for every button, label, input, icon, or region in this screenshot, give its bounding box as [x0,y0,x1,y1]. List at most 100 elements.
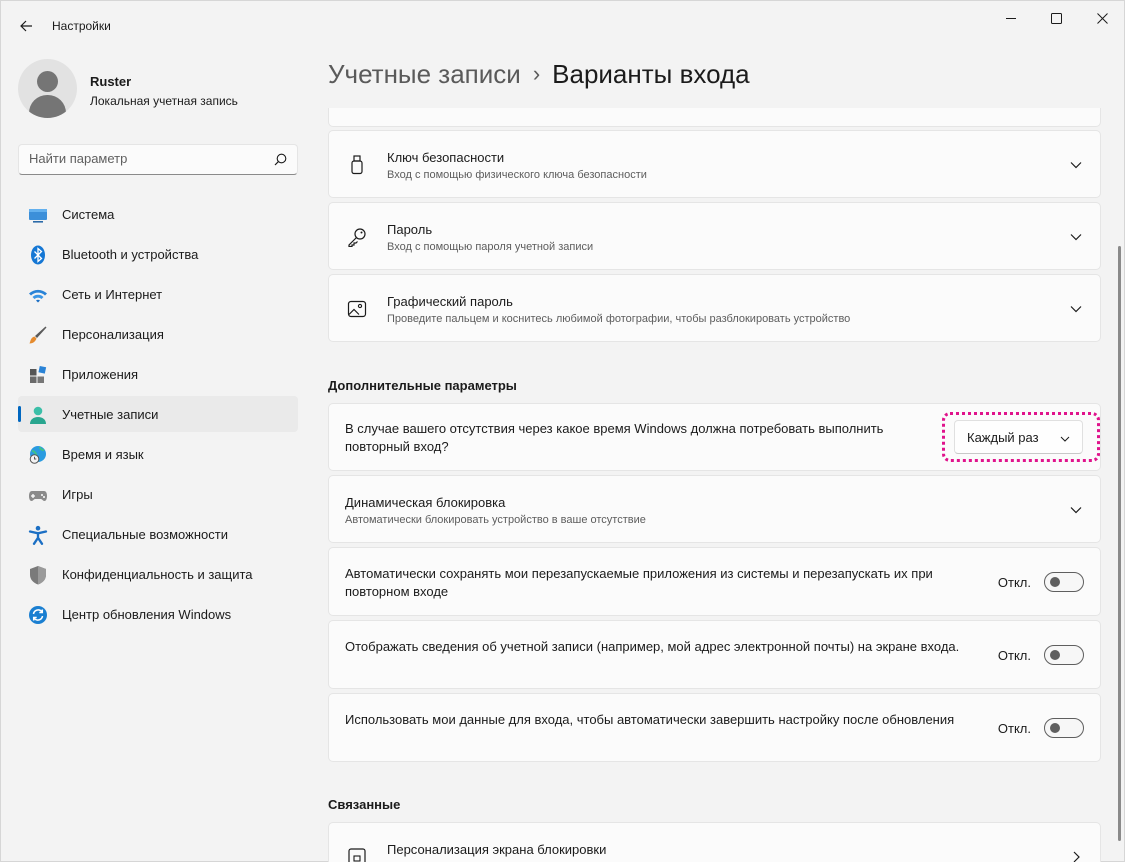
shield-icon [30,566,46,585]
minimize-button[interactable] [988,1,1034,35]
app-title: Настройки [52,19,111,33]
toggle-state-label: Откл. [997,575,1031,590]
profile-account-type: Локальная учетная запись [90,94,238,108]
toggle-state-label: Откл. [997,648,1031,663]
section-heading-related: Связанные [328,797,401,812]
use-signin-info-toggle[interactable] [1044,718,1084,738]
dynamic-lock-card[interactable]: Динамическая блокировка Автоматически бл… [328,475,1101,543]
update-icon [29,606,47,624]
picture-icon [347,300,367,318]
minimize-icon [1005,17,1016,19]
maximize-button[interactable] [1033,1,1079,35]
key-icon [348,228,366,247]
card-subtitle: Проведите пальцем и коснитесь любимой фо… [387,313,851,325]
sidebar-item-privacy[interactable]: Конфиденциальность и защита [18,556,298,592]
search-icon[interactable] [274,153,287,166]
security-key-card[interactable]: Ключ безопасности Вход с помощью физичес… [328,130,1101,198]
sidebar-item-label: Время и язык [62,446,144,462]
globe-clock-icon [29,446,46,464]
sidebar-item-label: Игры [62,486,93,502]
sidebar-nav: Система Bluetooth и устройства Сеть и Ин… [18,196,298,636]
chevron-down-icon [1060,436,1070,442]
back-button[interactable] [11,11,41,41]
sidebar-item-system[interactable]: Система [18,196,298,232]
setting-text: Отображать сведения об учетной записи (н… [345,639,960,654]
dropdown-value: Каждый раз [967,430,1039,445]
sidebar-item-label: Система [62,206,115,222]
sidebar-item-label: Специальные возможности [62,526,228,542]
sidebar-item-gaming[interactable]: Игры [18,476,298,512]
lock-screen-card[interactable]: Персонализация экрана блокировки [328,822,1101,862]
require-signin-card: В случае вашего отсутствия через какое в… [328,403,1101,471]
accounts-icon [30,406,46,424]
sidebar-item-accounts[interactable]: Учетные записи [18,396,298,432]
toggle-state-label: Откл. [997,721,1031,736]
picture-password-card[interactable]: Графический пароль Проведите пальцем и к… [328,274,1101,342]
sidebar-item-personalization[interactable]: Персонализация [18,316,298,352]
show-account-details-toggle[interactable] [1044,645,1084,665]
close-button[interactable] [1079,1,1125,35]
card-title: Динамическая блокировка [345,495,506,510]
card-title: Графический пароль [387,294,513,309]
settings-card-clipped[interactable] [328,108,1101,127]
card-title: Ключ безопасности [387,150,505,165]
accessibility-icon [28,525,48,545]
sidebar-item-network[interactable]: Сеть и Интернет [18,276,298,312]
sidebar-item-label: Центр обновления Windows [62,606,232,622]
section-heading-additional: Дополнительные параметры [328,378,517,393]
bluetooth-icon [31,245,45,265]
usb-key-icon [351,155,363,175]
require-signin-text: В случае вашего отсутствия через какое в… [345,421,884,454]
card-subtitle: Вход с помощью физического ключа безопас… [387,169,647,181]
chevron-down-icon[interactable] [1070,159,1082,171]
sidebar-item-bluetooth[interactable]: Bluetooth и устройства [18,236,298,272]
use-signin-info-card: Использовать мои данные для входа, чтобы… [328,693,1101,762]
chevron-down-icon[interactable] [1070,231,1082,243]
password-card[interactable]: Пароль Вход с помощью пароля учетной зап… [328,202,1101,270]
scrollbar[interactable] [1118,246,1121,841]
breadcrumb: Учетные записи › Варианты входа [328,59,750,90]
lock-screen-icon [348,848,366,862]
sidebar-item-time-language[interactable]: Время и язык [18,436,298,472]
breadcrumb-parent-link[interactable]: Учетные записи [328,59,521,89]
restart-apps-card: Автоматически сохранять мои перезапускае… [328,547,1101,616]
chevron-right-icon[interactable] [1070,851,1082,862]
sidebar-item-windows-update[interactable]: Центр обновления Windows [18,596,298,632]
sidebar-item-accessibility[interactable]: Специальные возможности [18,516,298,552]
page-title: Варианты входа [552,59,750,89]
sidebar-item-label: Сеть и Интернет [62,286,163,302]
title-bar: Настройки [1,1,1124,49]
card-subtitle: Вход с помощью пароля учетной записи [387,241,594,253]
sidebar-item-apps[interactable]: Приложения [18,356,298,392]
chevron-down-icon[interactable] [1070,303,1082,315]
settings-window: Настройки Ruster Локальная учетная запис… [0,0,1125,862]
avatar [18,59,77,118]
brush-icon [29,326,47,344]
card-subtitle: Автоматически блокировать устройство в в… [345,514,646,526]
content-pane: Ключ безопасности Вход с помощью физичес… [328,108,1101,862]
require-signin-dropdown[interactable]: Каждый раз [954,420,1083,454]
sidebar-item-label: Bluetooth и устройства [62,246,199,262]
card-title: Пароль [387,222,433,237]
sidebar-item-label: Учетные записи [62,406,159,422]
wifi-icon [29,289,47,303]
maximize-icon [1050,12,1062,24]
breadcrumb-separator: › [532,61,541,86]
close-icon [1096,12,1108,24]
setting-text: Автоматически сохранять мои перезапускае… [345,566,933,599]
card-title: Персонализация экрана блокировки [387,842,607,857]
sidebar-item-label: Конфиденциальность и защита [62,566,253,582]
profile-name: Ruster [90,74,132,89]
sidebar-item-label: Приложения [62,366,139,382]
setting-text: Использовать мои данные для входа, чтобы… [345,712,955,727]
restart-apps-toggle[interactable] [1044,572,1084,592]
search-box[interactable] [18,144,298,175]
search-input[interactable] [29,151,259,166]
apps-icon [30,365,47,383]
system-icon [29,209,47,223]
chevron-down-icon[interactable] [1070,504,1082,516]
show-account-details-card: Отображать сведения об учетной записи (н… [328,620,1101,689]
sidebar-item-label: Персонализация [62,326,164,342]
back-arrow-icon [20,20,32,32]
gamepad-icon [29,491,47,501]
